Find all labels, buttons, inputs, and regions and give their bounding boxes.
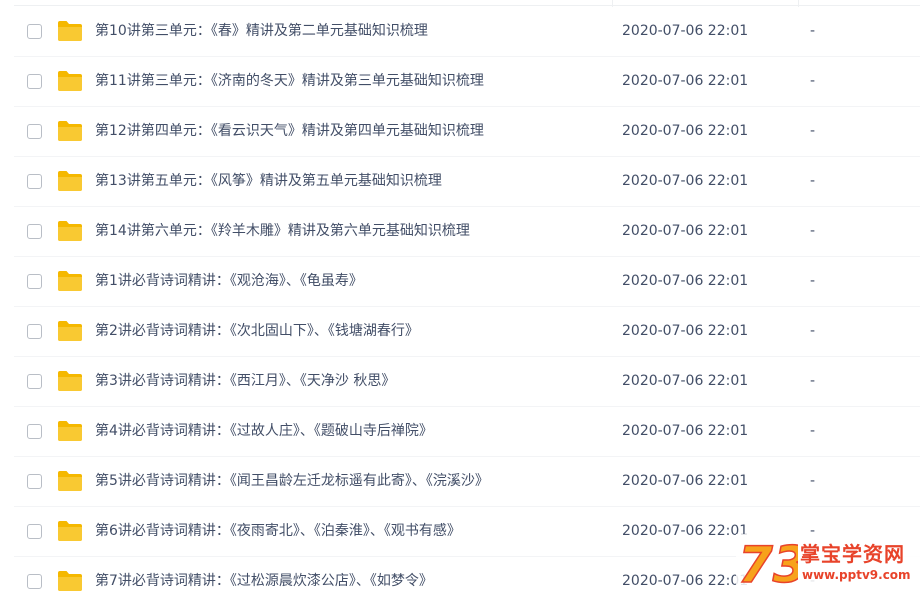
file-name[interactable]: 第6讲必背诗词精讲：《夜雨寄北》、《泊秦淮》、《观书有感》 [95,521,461,541]
file-row[interactable]: 第12讲第四单元：《看云识天气》精讲及第四单元基础知识梳理 2020-07-06… [0,107,920,157]
row-checkbox[interactable] [27,474,42,489]
file-name[interactable]: 第1讲必背诗词精讲：《观沧海》、《龟虽寿》 [95,271,363,291]
folder-icon [57,420,83,442]
file-name[interactable]: 第12讲第四单元：《看云识天气》精讲及第四单元基础知识梳理 [95,121,484,141]
file-row[interactable]: 第14讲第六单元：《羚羊木雕》精讲及第六单元基础知识梳理 2020-07-06 … [0,207,920,257]
row-checkbox[interactable] [27,374,42,389]
column-divider [798,0,799,7]
file-row[interactable]: 第10讲第三单元：《春》精讲及第二单元基础知识梳理 2020-07-06 22:… [0,7,920,57]
row-checkbox[interactable] [27,74,42,89]
watermark: 73 掌宝学资网 www.pptv9.com [736,534,920,591]
file-modified-time: 2020-07-06 22:01 [622,123,749,139]
watermark-logo: 73 [737,536,798,590]
file-size: - [810,223,816,239]
file-size: - [810,323,816,339]
folder-icon [57,70,83,92]
file-row[interactable]: 第2讲必背诗词精讲：《次北固山下》、《钱塘湖春行》 2020-07-06 22:… [0,307,920,357]
header-divider [14,5,920,6]
folder-icon [57,20,83,42]
file-row[interactable]: 第1讲必背诗词精讲：《观沧海》、《龟虽寿》 2020-07-06 22:01 - [0,257,920,307]
file-modified-time: 2020-07-06 22:01 [622,573,749,589]
file-modified-time: 2020-07-06 22:01 [622,173,749,189]
file-modified-time: 2020-07-06 22:01 [622,273,749,289]
file-modified-time: 2020-07-06 22:01 [622,73,749,89]
row-checkbox[interactable] [27,174,42,189]
file-size: - [810,123,816,139]
folder-icon [57,370,83,392]
row-checkbox[interactable] [27,524,42,539]
file-row[interactable]: 第3讲必背诗词精讲：《西江月》、《天净沙 秋思》 2020-07-06 22:0… [0,357,920,407]
row-checkbox[interactable] [27,324,42,339]
file-row[interactable]: 第5讲必背诗词精讲：《闻王昌龄左迁龙标遥有此寄》、《浣溪沙》 2020-07-0… [0,457,920,507]
folder-icon [57,270,83,292]
row-checkbox[interactable] [27,574,42,589]
file-name[interactable]: 第7讲必背诗词精讲：《过松源晨炊漆公店》、《如梦令》 [95,571,433,591]
file-list: 第10讲第三单元：《春》精讲及第二单元基础知识梳理 2020-07-06 22:… [0,7,920,591]
row-checkbox[interactable] [27,224,42,239]
folder-icon [57,120,83,142]
row-checkbox[interactable] [27,124,42,139]
row-checkbox[interactable] [27,424,42,439]
folder-icon [57,520,83,542]
file-name[interactable]: 第4讲必背诗词精讲：《过故人庄》、《题破山寺后禅院》 [95,421,433,441]
file-name[interactable]: 第11讲第三单元：《济南的冬天》精讲及第三单元基础知识梳理 [95,71,484,91]
file-name[interactable]: 第13讲第五单元：《风筝》精讲及第五单元基础知识梳理 [95,171,442,191]
file-size: - [810,73,816,89]
row-checkbox[interactable] [27,24,42,39]
folder-icon [57,170,83,192]
file-name[interactable]: 第3讲必背诗词精讲：《西江月》、《天净沙 秋思》 [95,371,395,391]
file-size: - [810,273,816,289]
file-size: - [810,473,816,489]
folder-icon [57,570,83,591]
file-modified-time: 2020-07-06 22:01 [622,523,749,539]
folder-icon [57,470,83,492]
file-modified-time: 2020-07-06 22:01 [622,373,749,389]
watermark-logo-text: 73 [738,536,798,590]
file-name[interactable]: 第2讲必背诗词精讲：《次北固山下》、《钱塘湖春行》 [95,321,419,341]
file-modified-time: 2020-07-06 22:01 [622,23,749,39]
file-modified-time: 2020-07-06 22:01 [622,223,749,239]
watermark-title: 掌宝学资网 [800,542,905,566]
file-name[interactable]: 第10讲第三单元：《春》精讲及第二单元基础知识梳理 [95,21,428,41]
file-size: - [810,373,816,389]
row-checkbox[interactable] [27,274,42,289]
file-row[interactable]: 第4讲必背诗词精讲：《过故人庄》、《题破山寺后禅院》 2020-07-06 22… [0,407,920,457]
file-row[interactable]: 第13讲第五单元：《风筝》精讲及第五单元基础知识梳理 2020-07-06 22… [0,157,920,207]
folder-icon [57,320,83,342]
file-modified-time: 2020-07-06 22:01 [622,473,749,489]
file-name[interactable]: 第14讲第六单元：《羚羊木雕》精讲及第六单元基础知识梳理 [95,221,470,241]
column-divider [612,0,613,7]
file-browser: 第10讲第三单元：《春》精讲及第二单元基础知识梳理 2020-07-06 22:… [0,0,920,591]
folder-icon [57,220,83,242]
file-row[interactable]: 第11讲第三单元：《济南的冬天》精讲及第三单元基础知识梳理 2020-07-06… [0,57,920,107]
file-modified-time: 2020-07-06 22:01 [622,323,749,339]
file-size: - [810,173,816,189]
file-modified-time: 2020-07-06 22:01 [622,423,749,439]
file-size: - [810,423,816,439]
file-name[interactable]: 第5讲必背诗词精讲：《闻王昌龄左迁龙标遥有此寄》、《浣溪沙》 [95,471,489,491]
watermark-url: www.pptv9.com [802,568,911,582]
file-size: - [810,23,816,39]
